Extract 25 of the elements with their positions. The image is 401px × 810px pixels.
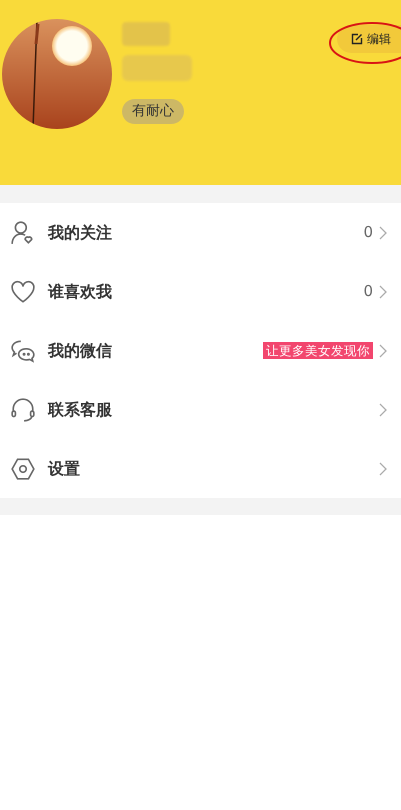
count-text: 0 [363, 281, 373, 302]
menu-label: 我的关注 [48, 222, 112, 244]
menu-item[interactable]: 设置 [0, 439, 401, 498]
menu-item[interactable]: 我的关注 0 [0, 203, 401, 262]
chevron-icon [379, 344, 387, 358]
heart-icon [10, 278, 36, 304]
profile-tag: 有耐心 [122, 99, 184, 124]
menu-label: 联系客服 [48, 398, 112, 420]
edit-profile-button[interactable]: 编辑 [337, 25, 401, 53]
menu-label: 我的微信 [48, 340, 112, 362]
settings-icon [10, 456, 36, 482]
chevron-icon [379, 462, 387, 476]
chevron-icon [379, 226, 387, 240]
count-text: 0 [363, 222, 373, 244]
promo-tag: 让更多美女发现你 [263, 342, 373, 359]
menu-item[interactable]: 我的微信 让更多美女发现你 [0, 321, 401, 380]
menu-label: 谁喜欢我 [48, 280, 112, 302]
headset-icon [10, 396, 36, 422]
edit-icon [351, 33, 363, 45]
chevron-icon [379, 402, 387, 416]
menu-label: 设置 [48, 458, 80, 480]
chat-icon [10, 338, 36, 364]
chevron-icon [379, 284, 387, 298]
menu-item[interactable]: 联系客服 [0, 380, 401, 439]
menu-item[interactable]: 谁喜欢我 0 [0, 262, 401, 321]
